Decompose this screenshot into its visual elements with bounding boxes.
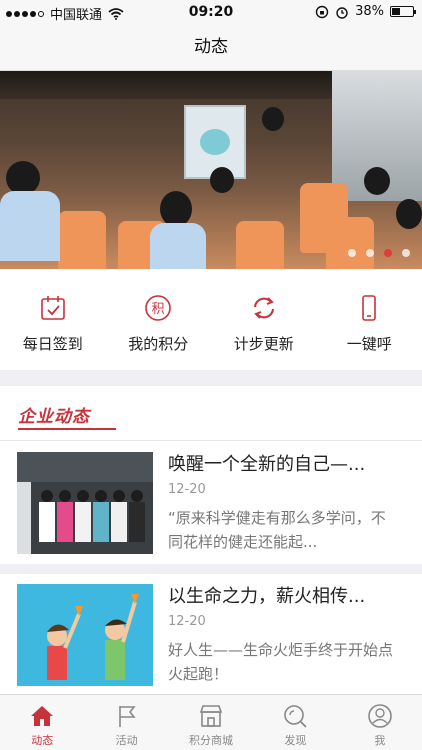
carousel-dot[interactable] [348,249,356,257]
status-bar: 中国联通 09:20 38% [0,0,422,24]
carousel-dot[interactable] [366,249,374,257]
carousel-dot[interactable] [402,249,410,257]
quick-action-call[interactable]: 一键呼 [317,269,422,370]
news-item[interactable]: 唤醒一个全新的自己—... 12-20 “原来科学健走有那么多学问，不同花样的健… [0,442,422,564]
quick-action-checkin[interactable]: 每日签到 [0,269,106,370]
tab-label: 我 [374,734,386,747]
status-right: 38% [315,4,416,19]
alarm-icon [336,6,348,19]
news-item[interactable]: 以生命之力，薪火相传... 12-20 好人生——生命火炬手终于开始点火起跑！ [0,574,422,694]
quick-action-label: 我的积分 [128,335,189,353]
news-title: 唤醒一个全新的自己—... [168,454,366,475]
points-glyph: 积 [152,302,165,317]
quick-action-label: 一键呼 [346,335,392,353]
news-date: 12-20 [168,482,206,497]
quick-action-steps[interactable]: 计步更新 [211,269,317,370]
profile-icon [368,704,392,728]
battery-icon [390,6,416,17]
news-separator [0,564,422,574]
news-thumbnail [17,584,153,686]
tab-home[interactable]: 动态 [0,695,84,750]
carousel-dots[interactable] [348,249,410,257]
news-summary: 好人生——生命火炬手终于开始点火起跑！ [168,641,394,683]
banner-person [160,191,192,227]
home-icon [31,706,54,726]
tab-label: 动态 [31,734,54,747]
section-title: 企业动态 [18,402,116,430]
banner-chair [236,221,284,269]
tab-label: 活动 [115,734,138,747]
banner-carousel[interactable] [0,71,422,269]
quick-action-label: 计步更新 [233,335,294,353]
banner-person [6,161,40,195]
quick-action-label: 每日签到 [22,335,83,353]
section-divider [0,440,422,441]
tab-discover[interactable]: 发现 [253,695,337,750]
news-thumbnail [17,452,153,554]
tab-activity[interactable]: 活动 [84,695,168,750]
shop-icon [199,705,223,727]
news-summary: “原来科学健走有那么多学问，不同花样的健走还能起... [168,509,386,551]
news-date: 12-20 [168,614,206,629]
banner-person [364,167,390,195]
quick-actions: 每日签到 积 我的积分 计步更新 一键呼 [0,269,422,370]
banner-person [150,223,206,269]
discover-icon [284,705,308,728]
tab-profile[interactable]: 我 [338,695,422,750]
banner-chair [58,211,106,269]
phone-icon [362,295,377,321]
banner-person [0,191,60,261]
battery-percent: 38% [355,4,384,19]
points-icon: 积 [145,295,172,321]
carousel-dot[interactable] [384,249,392,257]
refresh-icon [253,297,274,319]
banner-person [210,167,234,193]
tab-label: 积分商城 [189,734,234,747]
tab-points-mall[interactable]: 积分商城 [169,695,253,750]
page-title: 动态 [0,24,422,71]
banner-person [396,199,422,229]
tab-bar: 动态 活动 积分商城 发现 我 [0,694,422,750]
banner-chair [326,217,374,269]
banner-person [262,107,284,131]
orientation-lock-icon [315,5,329,18]
quick-action-points[interactable]: 积 我的积分 [106,269,212,370]
flag-icon [118,706,136,727]
tab-label: 发现 [284,734,307,747]
news-title: 以生命之力，薪火相传... [168,586,366,607]
calendar-check-icon [40,296,65,320]
